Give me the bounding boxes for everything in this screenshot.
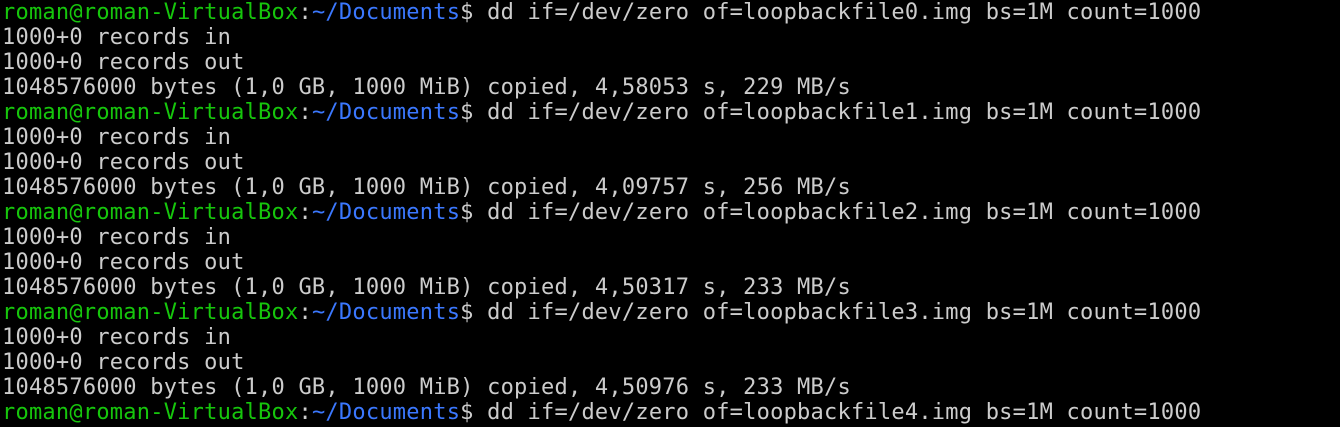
prompt-symbol: $: [460, 200, 488, 225]
prompt-user-host: roman@roman-VirtualBox: [2, 100, 299, 125]
output-line: 1000+0 records in: [2, 225, 1340, 250]
output-text: 1048576000 bytes (1,0 GB, 1000 MiB) copi…: [2, 175, 851, 200]
prompt-path: ~/Documents: [311, 200, 461, 225]
prompt-path: ~/Documents: [311, 0, 461, 25]
command-text: dd if=/dev/zero of=loopbackfile1.img bs=…: [487, 100, 1202, 125]
output-text: 1000+0 records in: [2, 25, 232, 50]
prompt-separator: :: [298, 0, 312, 25]
command-text: dd if=/dev/zero of=loopbackfile2.img bs=…: [487, 200, 1202, 225]
terminal-window[interactable]: roman@roman-VirtualBox:~/Documents$ dd i…: [2, 0, 1340, 427]
output-line: 1000+0 records out: [2, 150, 1340, 175]
prompt-line: roman@roman-VirtualBox:~/Documents$ dd i…: [2, 400, 1340, 425]
prompt-user-host: roman@roman-VirtualBox: [2, 400, 299, 425]
output-text: 1000+0 records in: [2, 125, 232, 150]
output-line: 1000+0 records out: [2, 50, 1340, 75]
output-line: 1000+0 records out: [2, 250, 1340, 275]
prompt-line: roman@roman-VirtualBox:~/Documents$ dd i…: [2, 100, 1340, 125]
prompt-separator: :: [298, 200, 312, 225]
prompt-path: ~/Documents: [311, 400, 461, 425]
output-text: 1048576000 bytes (1,0 GB, 1000 MiB) copi…: [2, 375, 851, 400]
output-text: 1048576000 bytes (1,0 GB, 1000 MiB) copi…: [2, 275, 851, 300]
output-line: 1048576000 bytes (1,0 GB, 1000 MiB) copi…: [2, 375, 1340, 400]
output-text: 1000+0 records in: [2, 325, 232, 350]
prompt-line: roman@roman-VirtualBox:~/Documents$ dd i…: [2, 200, 1340, 225]
output-text: 1000+0 records out: [2, 50, 245, 75]
output-line: 1000+0 records in: [2, 125, 1340, 150]
command-text: dd if=/dev/zero of=loopbackfile0.img bs=…: [487, 0, 1202, 25]
output-line: 1000+0 records out: [2, 350, 1340, 375]
prompt-line: roman@roman-VirtualBox:~/Documents$ dd i…: [2, 300, 1340, 325]
output-text: 1000+0 records out: [2, 250, 245, 275]
output-line: 1048576000 bytes (1,0 GB, 1000 MiB) copi…: [2, 75, 1340, 100]
prompt-symbol: $: [460, 300, 488, 325]
output-line: 1048576000 bytes (1,0 GB, 1000 MiB) copi…: [2, 175, 1340, 200]
output-text: 1000+0 records out: [2, 350, 245, 375]
prompt-symbol: $: [460, 0, 488, 25]
prompt-path: ~/Documents: [311, 300, 461, 325]
prompt-separator: :: [298, 100, 312, 125]
prompt-user-host: roman@roman-VirtualBox: [2, 300, 299, 325]
command-text: dd if=/dev/zero of=loopbackfile4.img bs=…: [487, 400, 1202, 425]
output-text: 1048576000 bytes (1,0 GB, 1000 MiB) copi…: [2, 75, 851, 100]
output-line: 1000+0 records in: [2, 25, 1340, 50]
output-line: 1048576000 bytes (1,0 GB, 1000 MiB) copi…: [2, 275, 1340, 300]
prompt-separator: :: [298, 300, 312, 325]
output-text: 1000+0 records out: [2, 150, 245, 175]
prompt-separator: :: [298, 400, 312, 425]
prompt-user-host: roman@roman-VirtualBox: [2, 0, 299, 25]
output-line: 1000+0 records in: [2, 325, 1340, 350]
prompt-line: roman@roman-VirtualBox:~/Documents$ dd i…: [2, 0, 1340, 25]
prompt-symbol: $: [460, 400, 488, 425]
prompt-symbol: $: [460, 100, 488, 125]
prompt-path: ~/Documents: [311, 100, 461, 125]
output-text: 1000+0 records in: [2, 225, 232, 250]
command-text: dd if=/dev/zero of=loopbackfile3.img bs=…: [487, 300, 1202, 325]
prompt-user-host: roman@roman-VirtualBox: [2, 200, 299, 225]
